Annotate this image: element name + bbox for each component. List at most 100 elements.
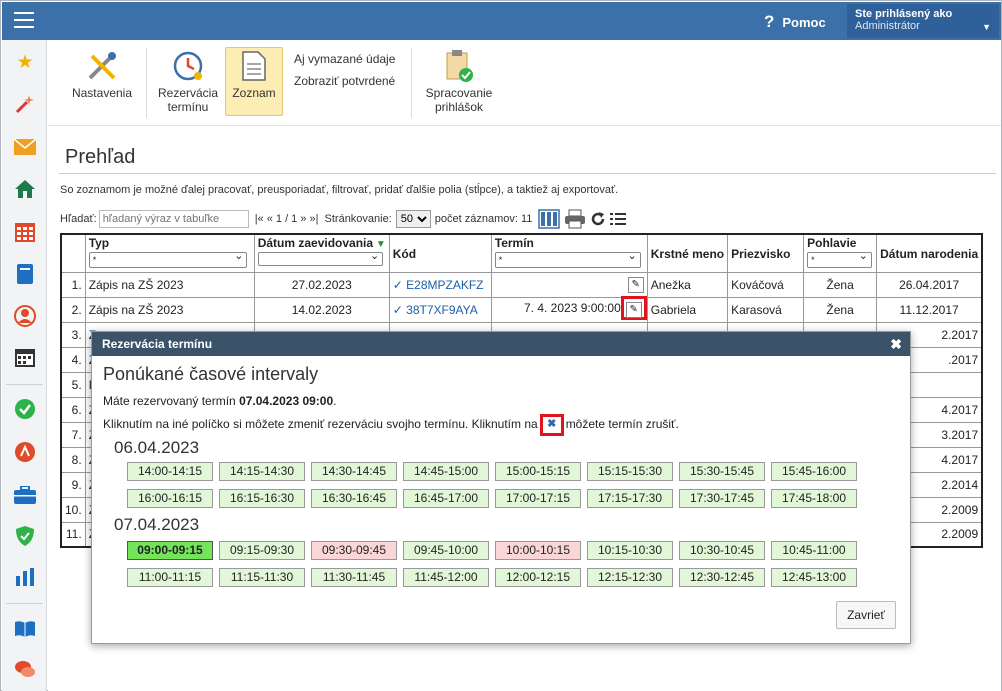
table-row[interactable]: 2. Zápis na ZŠ 2023 14.02.2023 ✓ 38T7XF9… <box>60 296 983 323</box>
time-slot[interactable]: 15:45-16:00 <box>771 462 857 481</box>
time-slot[interactable]: 11:30-11:45 <box>311 568 397 587</box>
star-icon[interactable]: ★ <box>13 50 37 74</box>
reserved-suffix: . <box>333 394 337 408</box>
calendar-grid-icon[interactable] <box>13 220 37 244</box>
time-slot[interactable]: 14:45-15:00 <box>403 462 489 481</box>
col-datum[interactable]: Dátum zaevidovania ▼ <box>253 233 390 273</box>
close-icon[interactable]: ✖ <box>890 336 902 353</box>
list-button[interactable]: Zoznam <box>225 47 283 116</box>
time-slot[interactable]: 10:30-10:45 <box>679 541 765 560</box>
col-kod[interactable]: Kód <box>388 233 492 273</box>
row-number: 7. <box>60 421 86 448</box>
time-slot[interactable]: 17:45-18:00 <box>771 489 857 508</box>
time-slot[interactable]: 17:15-17:30 <box>587 489 673 508</box>
time-slot[interactable]: 10:00-10:15 <box>495 541 581 560</box>
time-slot[interactable]: 09:00-09:15 <box>127 541 213 560</box>
time-slot[interactable]: 16:15-16:30 <box>219 489 305 508</box>
cell-kod[interactable]: ✓ 38T7XF9AYA <box>388 296 492 323</box>
cell-meno: Anežka <box>646 271 729 298</box>
col-narodenie[interactable]: Dátum narodenia <box>876 233 983 273</box>
help-link[interactable]: ? Pomoc <box>764 12 826 32</box>
search-input[interactable] <box>98 210 249 228</box>
menu-icon[interactable] <box>14 12 34 28</box>
time-slot[interactable]: 16:00-16:15 <box>127 489 213 508</box>
shield-icon[interactable] <box>13 524 37 548</box>
col-pohlavie-label: Pohlavie <box>807 236 857 250</box>
time-slot[interactable]: 10:15-10:30 <box>587 541 673 560</box>
process-applications-button[interactable]: Spracovanie prihlášok <box>419 48 499 116</box>
col-pohlavie[interactable]: Pohlavie * <box>803 233 878 273</box>
pohlavie-filter-select[interactable]: * <box>807 249 872 268</box>
edit-icon[interactable]: ✎ <box>627 277 644 293</box>
time-slot[interactable]: 14:30-14:45 <box>311 462 397 481</box>
day-heading: 06.04.2023 <box>114 438 200 457</box>
time-slot[interactable]: 15:30-15:45 <box>679 462 765 481</box>
user-menu[interactable]: Ste prihlásený ako Administrátor ▼ <box>847 4 999 38</box>
list-view-icon[interactable] <box>610 212 627 226</box>
time-slot[interactable]: 17:30-17:45 <box>679 489 765 508</box>
time-slot[interactable]: 10:45-11:00 <box>771 541 857 560</box>
open-book-icon[interactable] <box>13 617 37 641</box>
time-slot[interactable]: 12:30-12:45 <box>679 568 765 587</box>
time-slot[interactable]: 09:30-09:45 <box>311 541 397 560</box>
time-slot[interactable]: 11:15-11:30 <box>219 568 305 587</box>
print-icon[interactable] <box>564 209 586 229</box>
time-slot[interactable]: 14:00-14:15 <box>127 462 213 481</box>
time-slot[interactable]: 11:00-11:15 <box>127 568 213 587</box>
time-slot[interactable]: 15:15-15:30 <box>587 462 673 481</box>
clock-icon <box>173 51 203 81</box>
user-icon[interactable] <box>13 304 37 328</box>
time-slot[interactable]: 16:30-16:45 <box>311 489 397 508</box>
pager[interactable]: |« « 1 / 1 » »| <box>255 213 319 225</box>
briefcase-icon[interactable] <box>13 483 37 507</box>
col-meno[interactable]: Krstné meno <box>646 233 729 273</box>
time-slot[interactable]: 14:15-14:30 <box>219 462 305 481</box>
process-label-1: Spracovanie <box>425 86 493 100</box>
magic-wand-icon[interactable] <box>13 92 37 116</box>
columns-icon[interactable] <box>538 209 561 229</box>
edit-icon[interactable]: ✎ <box>625 302 642 318</box>
time-slot[interactable]: 09:15-09:30 <box>219 541 305 560</box>
col-kod-label: Kód <box>392 246 417 261</box>
row-number: 2. <box>60 296 86 323</box>
paging-label: Stránkovanie: <box>324 213 392 225</box>
termin-filter-select[interactable]: * <box>494 249 641 268</box>
bar-chart-icon[interactable] <box>13 565 37 589</box>
sidebar-divider <box>6 603 43 604</box>
home-icon[interactable] <box>13 177 37 201</box>
cancel-reservation-icon[interactable]: ✖ <box>539 414 564 436</box>
paging-select[interactable]: 50 <box>395 210 431 228</box>
reservation-button[interactable]: Rezervácia termínu <box>153 48 223 116</box>
time-slot[interactable]: 15:00-15:15 <box>495 462 581 481</box>
refresh-icon[interactable] <box>590 211 606 227</box>
check-circle-icon[interactable] <box>13 397 37 421</box>
mail-icon[interactable] <box>13 135 37 159</box>
calendar-icon[interactable] <box>13 345 37 369</box>
help-icon: ? <box>764 12 775 31</box>
alert-circle-icon[interactable] <box>13 440 37 464</box>
col-typ[interactable]: Typ * <box>84 233 255 273</box>
time-slot[interactable]: 12:15-12:30 <box>587 568 673 587</box>
row-number: 10. <box>60 496 86 523</box>
col-priezvisko[interactable]: Priezvisko <box>727 233 805 273</box>
toolbar-divider <box>411 48 412 118</box>
close-button[interactable]: Zavrieť <box>836 601 896 629</box>
time-slot[interactable]: 12:45-13:00 <box>771 568 857 587</box>
time-slot[interactable]: 17:00-17:15 <box>495 489 581 508</box>
datum-filter[interactable] <box>257 249 384 266</box>
hint-before: Kliknutím na iné políčko si môžete zmeni… <box>103 417 538 432</box>
show-deleted-link[interactable]: Aj vymazané údaje <box>294 52 395 66</box>
time-slot[interactable]: 09:45-10:00 <box>403 541 489 560</box>
show-confirmed-link[interactable]: Zobraziť potvrdené <box>294 74 395 88</box>
cell-kod[interactable]: ✓ E28MPZAKFZ <box>388 271 492 298</box>
settings-button[interactable]: Nastavenia <box>66 48 138 116</box>
time-slot[interactable]: 16:45-17:00 <box>403 489 489 508</box>
reserved-prefix: Máte rezervovaný termín <box>103 394 240 408</box>
book-icon[interactable] <box>13 262 37 286</box>
col-termin[interactable]: Termín * <box>490 233 648 273</box>
time-slot[interactable]: 12:00-12:15 <box>495 568 581 587</box>
chat-icon[interactable] <box>13 657 37 681</box>
table-row[interactable]: 1. Zápis na ZŠ 2023 27.02.2023 ✓ E28MPZA… <box>60 271 983 298</box>
typ-filter-select[interactable]: * <box>88 249 248 268</box>
time-slot[interactable]: 11:45-12:00 <box>403 568 489 587</box>
